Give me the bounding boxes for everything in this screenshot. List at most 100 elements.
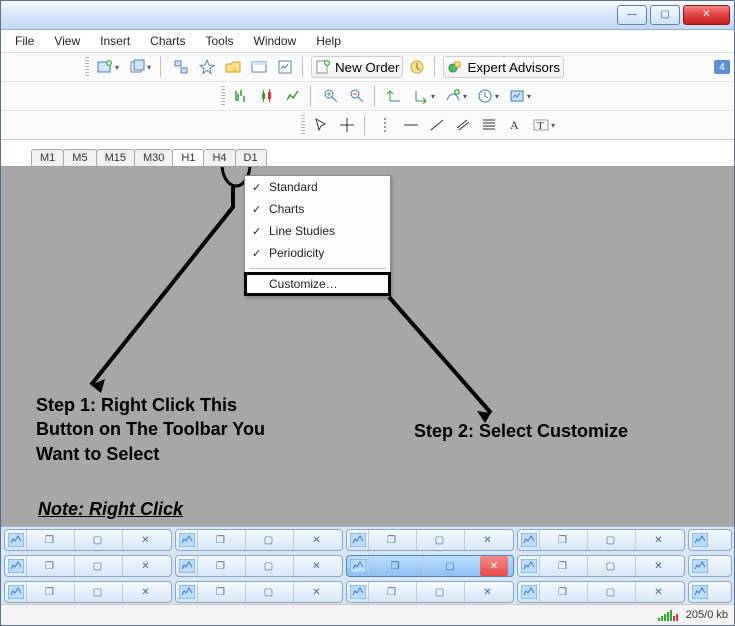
- tf-m15[interactable]: M15: [96, 149, 135, 166]
- mdi-maximize-button[interactable]: ▢: [587, 556, 633, 576]
- mdi-child-window[interactable]: ❐▢✕: [4, 581, 172, 603]
- maximize-button[interactable]: ▢: [650, 5, 680, 25]
- channel-button[interactable]: [451, 114, 475, 136]
- mdi-restore-button[interactable]: ❐: [539, 556, 585, 576]
- zoom-in-button[interactable]: [319, 85, 343, 107]
- ctx-charts[interactable]: Charts: [245, 198, 390, 220]
- tf-h1[interactable]: H1: [172, 149, 204, 166]
- auto-scroll-button[interactable]: [383, 85, 407, 107]
- line-chart-button[interactable]: [281, 85, 305, 107]
- toolbar-grip-icon[interactable]: [221, 86, 225, 106]
- strategy-tester-button[interactable]: [273, 56, 297, 78]
- ctx-standard[interactable]: Standard: [245, 176, 390, 198]
- mailbox-badge[interactable]: 4: [714, 60, 730, 74]
- mdi-close-button[interactable]: ✕: [122, 556, 168, 576]
- mdi-maximize-button[interactable]: ▢: [245, 530, 291, 550]
- templates-button[interactable]: ▾: [505, 85, 535, 107]
- mdi-maximize-button[interactable]: ▢: [416, 582, 462, 602]
- new-chart-button[interactable]: ▾: [93, 56, 123, 78]
- tf-d1[interactable]: D1: [235, 149, 267, 166]
- mdi-restore-button[interactable]: ❐: [197, 530, 243, 550]
- mdi-child-window[interactable]: ❐▢✕: [175, 529, 343, 551]
- mdi-maximize-button[interactable]: ▢: [416, 530, 462, 550]
- menu-charts[interactable]: Charts: [142, 32, 193, 50]
- mdi-close-button[interactable]: ✕: [122, 582, 168, 602]
- ctx-periodicity[interactable]: Periodicity: [245, 242, 390, 264]
- mdi-close-button[interactable]: ✕: [635, 582, 681, 602]
- ctx-customize[interactable]: Customize…: [245, 273, 390, 295]
- horizontal-line-button[interactable]: [399, 114, 423, 136]
- mdi-child-window[interactable]: [688, 529, 732, 551]
- tf-m5[interactable]: M5: [63, 149, 96, 166]
- mdi-child-window[interactable]: ❐▢✕: [517, 555, 685, 577]
- cursor-button[interactable]: [309, 114, 333, 136]
- mdi-close-button[interactable]: ✕: [293, 556, 339, 576]
- mdi-child-window[interactable]: [688, 555, 732, 577]
- mdi-restore-button[interactable]: ❐: [368, 582, 414, 602]
- indicators-button[interactable]: ▾: [441, 85, 471, 107]
- menu-view[interactable]: View: [46, 32, 88, 50]
- bar-chart-button[interactable]: [229, 85, 253, 107]
- menu-window[interactable]: Window: [246, 32, 305, 50]
- mdi-child-window[interactable]: ❐▢✕: [4, 555, 172, 577]
- mdi-close-button[interactable]: ✕: [293, 582, 339, 602]
- menu-help[interactable]: Help: [308, 32, 349, 50]
- zoom-out-button[interactable]: [345, 85, 369, 107]
- minimize-button[interactable]: —: [617, 5, 647, 25]
- mdi-maximize-button[interactable]: ▢: [587, 530, 633, 550]
- mdi-maximize-button[interactable]: ▢: [245, 582, 291, 602]
- candlesticks-button[interactable]: [255, 85, 279, 107]
- text-button[interactable]: A: [503, 114, 527, 136]
- mdi-child-window[interactable]: ❐▢✕: [175, 555, 343, 577]
- mdi-close-button[interactable]: ✕: [480, 556, 508, 576]
- mdi-close-button[interactable]: ✕: [464, 582, 510, 602]
- ctx-line-studies[interactable]: Line Studies: [245, 220, 390, 242]
- fibonacci-button[interactable]: [477, 114, 501, 136]
- mdi-child-window[interactable]: ❐▢✕: [346, 529, 514, 551]
- data-window-button[interactable]: [221, 56, 245, 78]
- terminal-button[interactable]: [247, 56, 271, 78]
- mdi-maximize-button[interactable]: ▢: [74, 530, 120, 550]
- menu-file[interactable]: File: [7, 32, 42, 50]
- mdi-child-window[interactable]: ❐▢✕: [517, 529, 685, 551]
- mdi-child-window[interactable]: ❐▢✕: [517, 581, 685, 603]
- toolbar-grip-icon[interactable]: [85, 57, 89, 77]
- tf-m30[interactable]: M30: [134, 149, 173, 166]
- profiles-button[interactable]: ▾: [125, 56, 155, 78]
- close-button[interactable]: ✕: [683, 5, 730, 25]
- mdi-restore-button[interactable]: ❐: [197, 582, 243, 602]
- new-order-button[interactable]: New Order: [311, 56, 403, 78]
- mdi-child-window[interactable]: [688, 581, 732, 603]
- mdi-child-window[interactable]: ❐▢✕: [175, 581, 343, 603]
- market-watch-button[interactable]: [169, 56, 193, 78]
- menu-tools[interactable]: Tools: [198, 32, 242, 50]
- tf-m1[interactable]: M1: [31, 149, 64, 166]
- chart-shift-button[interactable]: ▾: [409, 85, 439, 107]
- mdi-restore-button[interactable]: ❐: [26, 582, 72, 602]
- mdi-maximize-button[interactable]: ▢: [587, 582, 633, 602]
- mdi-close-button[interactable]: ✕: [122, 530, 168, 550]
- autotrading-button[interactable]: [405, 56, 429, 78]
- trendline-button[interactable]: [425, 114, 449, 136]
- mdi-close-button[interactable]: ✕: [635, 556, 681, 576]
- mdi-maximize-button[interactable]: ▢: [423, 556, 476, 576]
- mdi-close-button[interactable]: ✕: [293, 530, 339, 550]
- mdi-child-window[interactable]: ❐▢✕: [346, 581, 514, 603]
- navigator-button[interactable]: [195, 56, 219, 78]
- mdi-restore-button[interactable]: ❐: [26, 530, 72, 550]
- text-label-button[interactable]: T▾: [529, 114, 559, 136]
- mdi-restore-button[interactable]: ❐: [539, 530, 585, 550]
- mdi-close-button[interactable]: ✕: [635, 530, 681, 550]
- mdi-maximize-button[interactable]: ▢: [74, 582, 120, 602]
- mdi-child-window[interactable]: ❐▢✕: [4, 529, 172, 551]
- mdi-maximize-button[interactable]: ▢: [245, 556, 291, 576]
- mdi-restore-button[interactable]: ❐: [197, 556, 243, 576]
- mdi-restore-button[interactable]: ❐: [26, 556, 72, 576]
- mdi-child-window[interactable]: ❐▢✕: [346, 555, 514, 577]
- periods-button[interactable]: ▾: [473, 85, 503, 107]
- toolbar-grip-icon[interactable]: [301, 115, 305, 135]
- mdi-close-button[interactable]: ✕: [464, 530, 510, 550]
- mdi-restore-button[interactable]: ❐: [539, 582, 585, 602]
- menu-insert[interactable]: Insert: [92, 32, 138, 50]
- tf-h4[interactable]: H4: [203, 149, 235, 166]
